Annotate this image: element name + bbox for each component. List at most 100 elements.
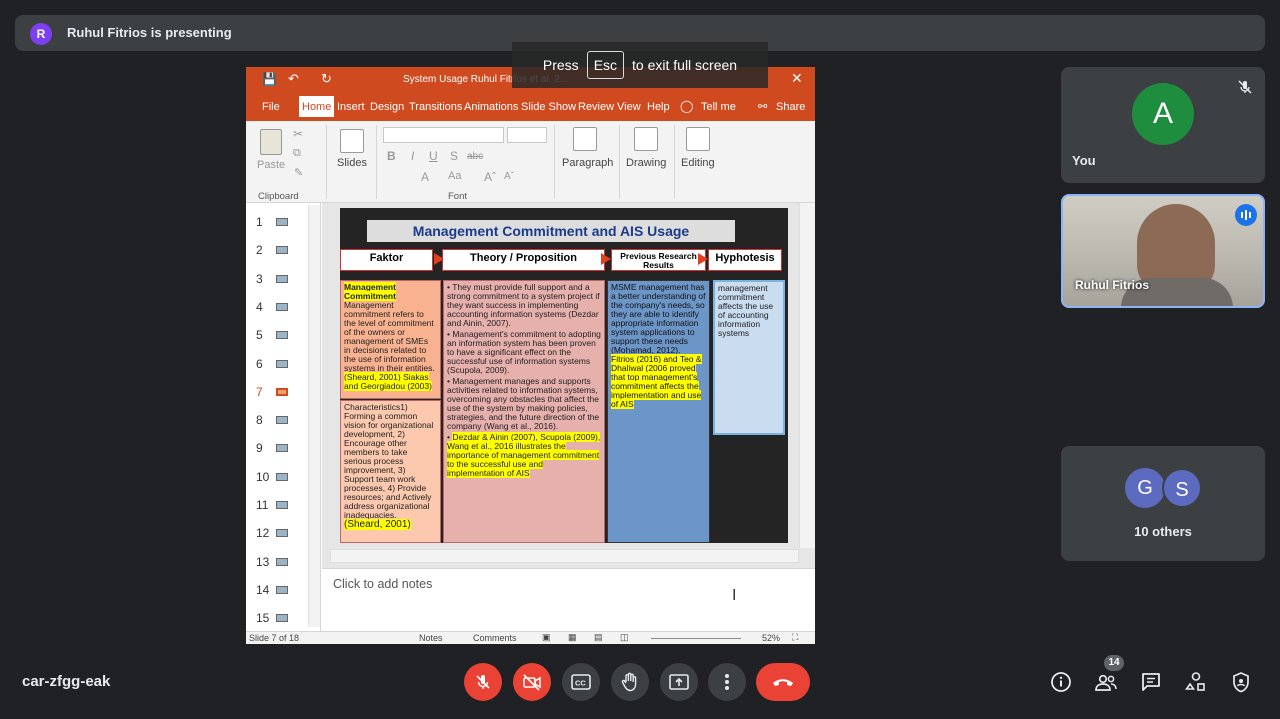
drawing-label[interactable]: Drawing bbox=[626, 157, 666, 169]
change-case-icon[interactable]: Aa bbox=[448, 170, 461, 182]
notes-button[interactable]: Notes bbox=[419, 633, 443, 643]
tab-animations[interactable]: Animations bbox=[464, 101, 518, 113]
slide[interactable]: Management Commitment and AIS Usage Fakt… bbox=[340, 208, 788, 543]
participants-button[interactable]: 14 bbox=[1094, 655, 1124, 694]
thumbnail-number[interactable]: 15 bbox=[256, 611, 276, 625]
thumbnail-number[interactable]: 10 bbox=[256, 470, 276, 484]
activities-button[interactable] bbox=[1184, 670, 1208, 694]
thumbnail-number[interactable]: 4 bbox=[256, 300, 276, 314]
slide-thumbnail[interactable] bbox=[276, 501, 288, 509]
font-size-field[interactable] bbox=[507, 127, 547, 143]
new-slide-icon[interactable] bbox=[340, 129, 364, 153]
thumbnail-number[interactable]: 14 bbox=[256, 583, 276, 597]
redo-icon[interactable]: ↻ bbox=[321, 71, 332, 87]
host-controls-button[interactable] bbox=[1229, 670, 1253, 694]
reading-view-icon[interactable]: ▤ bbox=[594, 632, 603, 643]
normal-view-icon[interactable]: ▣ bbox=[542, 632, 551, 643]
tile-you[interactable]: A You bbox=[1061, 67, 1265, 183]
search-icon[interactable] bbox=[686, 127, 710, 151]
underline-icon[interactable]: U bbox=[429, 149, 438, 163]
tab-help[interactable]: Help bbox=[647, 101, 670, 113]
header-theory: Theory / Proposition bbox=[442, 249, 605, 271]
slide-thumbnail[interactable] bbox=[276, 274, 288, 283]
share-button[interactable]: Share bbox=[776, 101, 805, 113]
thumbnail-number[interactable]: 11 bbox=[256, 498, 276, 512]
thumbnail-number[interactable]: 7 bbox=[256, 385, 276, 399]
slide-thumbnail[interactable] bbox=[276, 557, 288, 566]
comments-button[interactable]: Comments bbox=[473, 633, 517, 643]
thumbnail-number[interactable]: 12 bbox=[256, 526, 276, 540]
tab-insert[interactable]: Insert bbox=[337, 101, 365, 113]
slide-thumbnail[interactable] bbox=[276, 472, 288, 481]
captions-button[interactable]: CC bbox=[562, 663, 600, 701]
slide-thumbnail[interactable] bbox=[276, 218, 288, 226]
tab-slide-show[interactable]: Slide Show bbox=[521, 101, 576, 113]
tab-review[interactable]: Review bbox=[578, 101, 614, 113]
horizontal-scrollbar[interactable] bbox=[330, 549, 799, 563]
zoom-level[interactable]: 52% bbox=[762, 633, 780, 643]
fit-to-window-icon[interactable]: ⛶ bbox=[792, 632, 798, 643]
chat-button[interactable] bbox=[1139, 670, 1163, 694]
tell-me-search[interactable]: Tell me bbox=[701, 101, 736, 113]
bold-icon[interactable]: B bbox=[387, 149, 396, 163]
tab-design[interactable]: Design bbox=[370, 101, 404, 113]
paragraph-label[interactable]: Paragraph bbox=[562, 157, 613, 169]
thumbnail-number[interactable]: 9 bbox=[256, 441, 276, 455]
present-screen-button[interactable] bbox=[660, 663, 698, 701]
paste-icon[interactable] bbox=[260, 129, 282, 155]
vertical-scrollbar[interactable] bbox=[799, 203, 815, 548]
slide-thumbnail[interactable] bbox=[276, 585, 288, 594]
cut-icon[interactable]: ✂ bbox=[293, 127, 303, 141]
thumbnail-number[interactable]: 2 bbox=[256, 243, 276, 257]
thumbnail-number[interactable]: 6 bbox=[256, 357, 276, 371]
camera-toggle-button[interactable] bbox=[513, 663, 551, 701]
tab-file[interactable]: File bbox=[262, 101, 280, 113]
font-name-field[interactable] bbox=[383, 127, 504, 143]
notes-pane[interactable]: Click to add notes I bbox=[322, 568, 815, 631]
strikethrough-icon[interactable]: abc bbox=[467, 151, 483, 162]
thumbnail-number[interactable]: 1 bbox=[256, 215, 276, 229]
undo-icon[interactable]: ↶ bbox=[288, 71, 299, 87]
thumbnail-number[interactable]: 5 bbox=[256, 328, 276, 342]
slide-thumbnail[interactable] bbox=[276, 331, 288, 340]
more-options-button[interactable] bbox=[708, 663, 746, 701]
slide-thumbnail[interactable] bbox=[276, 387, 288, 396]
slides-label[interactable]: Slides bbox=[337, 157, 367, 169]
tile-ruhul[interactable]: Ruhul Fitrios bbox=[1061, 194, 1265, 308]
zoom-slider[interactable] bbox=[651, 638, 741, 639]
sorter-view-icon[interactable]: ▦ bbox=[568, 632, 577, 643]
paragraph-icon[interactable] bbox=[573, 127, 597, 151]
save-icon[interactable]: 💾 bbox=[262, 72, 277, 86]
slide-thumbnail[interactable] bbox=[276, 302, 288, 311]
thumbnail-number[interactable]: 3 bbox=[256, 272, 276, 286]
copy-icon[interactable]: ⧉ bbox=[293, 147, 301, 160]
mic-toggle-button[interactable] bbox=[464, 663, 502, 701]
grow-font-icon[interactable]: Aˆ bbox=[484, 170, 496, 184]
shadow-icon[interactable]: S bbox=[450, 149, 458, 163]
font-color-icon[interactable]: A bbox=[421, 170, 429, 184]
slideshow-view-icon[interactable]: ◫ bbox=[620, 632, 629, 643]
editing-label[interactable]: Editing bbox=[681, 157, 715, 169]
format-painter-icon[interactable]: ✎ bbox=[294, 166, 303, 179]
tab-transitions[interactable]: Transitions bbox=[409, 101, 462, 113]
tile-others[interactable]: G S 10 others bbox=[1061, 446, 1265, 561]
tab-home[interactable]: Home bbox=[299, 96, 335, 117]
slide-thumbnail[interactable] bbox=[276, 359, 288, 368]
slide-thumbnail[interactable] bbox=[276, 529, 288, 538]
meeting-details-button[interactable] bbox=[1049, 670, 1073, 694]
italic-icon[interactable]: I bbox=[411, 149, 414, 163]
notes-placeholder[interactable]: Click to add notes bbox=[333, 577, 432, 591]
raise-hand-button[interactable] bbox=[611, 663, 649, 701]
thumbnail-number[interactable]: 8 bbox=[256, 413, 276, 427]
slide-thumbnail[interactable] bbox=[276, 246, 288, 255]
drawing-icon[interactable] bbox=[634, 127, 658, 151]
tab-view[interactable]: View bbox=[617, 101, 641, 113]
slide-thumbnail[interactable] bbox=[276, 416, 288, 425]
close-window-icon[interactable]: ✕ bbox=[791, 70, 803, 87]
slide-thumbnail[interactable] bbox=[276, 614, 288, 623]
shrink-font-icon[interactable]: Aˇ bbox=[504, 171, 514, 182]
slide-thumbnail[interactable] bbox=[276, 444, 288, 453]
leave-call-button[interactable] bbox=[756, 663, 810, 701]
thumbnail-number[interactable]: 13 bbox=[256, 555, 276, 569]
thumbnail-scrollbar[interactable] bbox=[308, 205, 320, 627]
